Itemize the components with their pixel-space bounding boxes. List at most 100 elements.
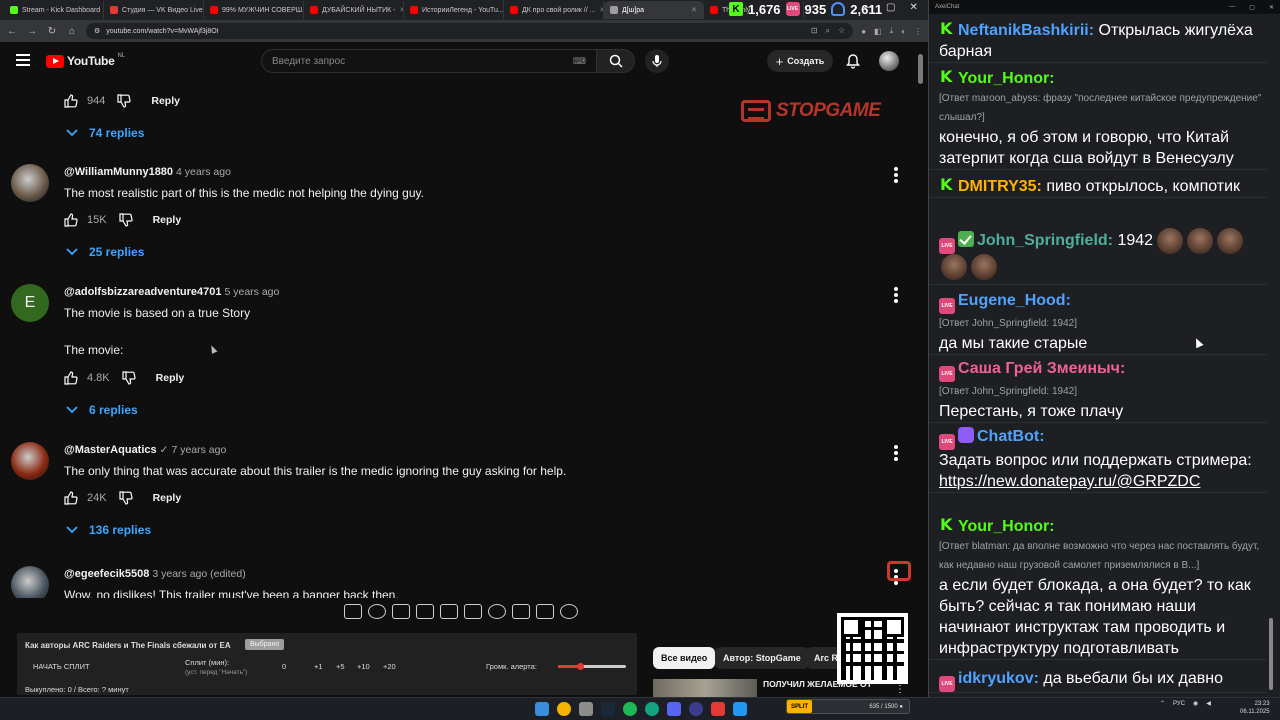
tray-chevron-icon[interactable]: ⌃ xyxy=(1160,700,1165,707)
browser-tab[interactable]: Д[ш]ра ✕ xyxy=(604,1,704,19)
browser-tab[interactable]: Студия — VK Видео Live✕ xyxy=(104,1,204,19)
steam-icon[interactable] xyxy=(601,702,615,716)
add-icon[interactable] xyxy=(512,604,530,619)
chat-scrollbar-thumb[interactable] xyxy=(1269,618,1273,690)
tab-close-icon[interactable]: ✕ xyxy=(691,6,697,14)
spotify-icon[interactable] xyxy=(623,702,637,716)
chat-scrollbar[interactable] xyxy=(1267,18,1275,693)
scrollbar-thumb[interactable] xyxy=(918,54,923,84)
dislike-icon[interactable] xyxy=(122,371,136,385)
like-icon[interactable] xyxy=(64,371,78,385)
site-info-icon[interactable]: ⚙ xyxy=(94,27,100,35)
create-button[interactable]: + Создать xyxy=(767,50,833,72)
page-scrollbar[interactable] xyxy=(916,42,924,598)
voice-search-button[interactable] xyxy=(645,49,669,73)
keyboard-icon[interactable]: ⌨ xyxy=(573,56,586,67)
theater-icon[interactable] xyxy=(464,604,482,619)
url-field[interactable]: ⚙ youtube.com/watch?v=MvWAjf3j8OI ⊡ ⌕ ☆ xyxy=(86,23,854,39)
chrome-icon[interactable] xyxy=(557,702,571,716)
close-icon[interactable]: ✕ xyxy=(909,2,917,13)
comment-avatar[interactable] xyxy=(11,566,49,598)
like-icon[interactable] xyxy=(64,491,78,505)
chat-username[interactable]: NeftanikBashkirii xyxy=(958,22,1089,39)
comment-author[interactable]: @adolfsbizzareadventure4701 xyxy=(64,286,221,298)
reply-button[interactable]: Reply xyxy=(151,95,180,107)
app-icon[interactable] xyxy=(711,702,725,716)
home-icon[interactable]: ⌂ xyxy=(66,26,78,37)
increment-button[interactable]: +5 xyxy=(336,662,345,671)
chat-username[interactable]: idkryukov xyxy=(958,670,1034,687)
explorer-icon[interactable] xyxy=(579,702,593,716)
loop-icon[interactable] xyxy=(344,604,362,619)
chat-username[interactable]: Eugene_Hood xyxy=(958,292,1066,309)
browser-tab[interactable]: ДК про свой ролик // ...✕ xyxy=(504,1,604,19)
comment-avatar[interactable] xyxy=(11,442,49,480)
chip-all-videos[interactable]: Все видео xyxy=(653,647,716,669)
back-icon[interactable]: ← xyxy=(6,26,18,37)
clock[interactable]: 23:23 06.11.2025 xyxy=(1240,700,1270,716)
dislike-icon[interactable] xyxy=(118,491,133,505)
comment-timestamp[interactable]: 7 years ago xyxy=(171,444,226,456)
windows-start-icon[interactable] xyxy=(535,702,549,716)
forward-icon[interactable]: → xyxy=(26,26,38,37)
extensions-puzzle-icon[interactable]: ◧ xyxy=(874,27,882,36)
maximize-icon[interactable]: ▢ xyxy=(1249,4,1255,11)
chatgpt-icon[interactable] xyxy=(645,702,659,716)
increment-button[interactable]: +10 xyxy=(357,662,370,671)
like-icon[interactable] xyxy=(64,94,78,108)
recommended-video-thumbnail[interactable] xyxy=(653,679,757,699)
screenshot-icon[interactable] xyxy=(536,604,554,619)
broadcast-icon[interactable] xyxy=(368,604,386,619)
chat-username[interactable]: Your_Honor xyxy=(958,70,1049,87)
chip-author[interactable]: Автор: StopGame xyxy=(715,647,809,669)
clip-icon[interactable] xyxy=(416,604,434,619)
obs-icon[interactable] xyxy=(689,702,703,716)
increment-button[interactable]: +20 xyxy=(383,662,396,671)
search-input[interactable]: Введите запрос ⌨ xyxy=(261,49,597,73)
minimize-icon[interactable]: — xyxy=(862,2,872,13)
comment-menu-icon[interactable] xyxy=(894,167,898,183)
like-icon[interactable] xyxy=(64,213,78,227)
comment-avatar[interactable]: E xyxy=(11,284,49,322)
zoom-icon[interactable]: ⌕ xyxy=(826,26,830,36)
comment-avatar[interactable] xyxy=(11,164,49,202)
extension-icon[interactable]: ● xyxy=(861,27,866,36)
view-replies-button[interactable]: 25 replies xyxy=(66,245,144,259)
reload-icon[interactable]: ↻ xyxy=(46,26,58,37)
profile-icon[interactable]: ◐ xyxy=(901,27,906,36)
browser-tab[interactable]: Stream - Kick Dashboard✕ xyxy=(4,1,104,19)
volume-icon[interactable]: ◀ xyxy=(1206,700,1211,707)
subtitles-icon[interactable] xyxy=(392,604,410,619)
comment-author[interactable]: @WilliamMunny1880 xyxy=(64,166,173,178)
language-indicator[interactable]: РУС xyxy=(1173,701,1185,707)
reply-button[interactable]: Reply xyxy=(153,492,182,504)
more-actions-icon[interactable]: ⋮ xyxy=(895,684,905,695)
increment-button[interactable]: +1 xyxy=(314,662,323,671)
alert-volume-slider[interactable] xyxy=(558,663,626,670)
view-replies-button[interactable]: 6 replies xyxy=(66,403,138,417)
settings-gear-icon[interactable] xyxy=(560,604,578,619)
comment-timestamp[interactable]: 4 years ago xyxy=(176,166,231,178)
bookmark-star-icon[interactable]: ☆ xyxy=(838,26,845,36)
comment-timestamp[interactable]: 3 years ago (edited) xyxy=(152,568,245,580)
recommended-video-title[interactable]: ПОЛУЧИЛ ЖЕЛАЕМОЕ ОТ xyxy=(763,679,873,690)
comment-timestamp[interactable]: 5 years ago xyxy=(224,286,279,298)
start-split-button[interactable]: НАЧАТЬ СПЛИТ xyxy=(33,662,90,671)
hamburger-menu-icon[interactable] xyxy=(16,54,30,66)
comment-menu-icon[interactable] xyxy=(894,287,898,303)
reply-button[interactable]: Reply xyxy=(156,372,185,384)
dislike-icon[interactable] xyxy=(117,94,131,108)
active-app-icon[interactable] xyxy=(733,702,747,716)
notifications-bell-icon[interactable] xyxy=(845,53,861,69)
speed-icon[interactable] xyxy=(488,604,506,619)
view-replies-button[interactable]: 136 replies xyxy=(66,523,151,537)
wifi-icon[interactable]: ◉ xyxy=(1193,700,1198,707)
youtube-logo[interactable]: YouTube NL xyxy=(46,53,125,68)
minimize-icon[interactable]: — xyxy=(1229,4,1235,11)
split-value[interactable]: 0 xyxy=(282,662,286,671)
browser-tab[interactable]: ИсторииЛегенд - YouTu...✕ xyxy=(404,1,504,19)
downloads-icon[interactable]: ⤓ xyxy=(890,26,894,36)
reply-button[interactable]: Reply xyxy=(153,214,182,226)
account-avatar[interactable] xyxy=(879,51,899,71)
comment-author[interactable]: @egeefecik5508 xyxy=(64,568,149,580)
